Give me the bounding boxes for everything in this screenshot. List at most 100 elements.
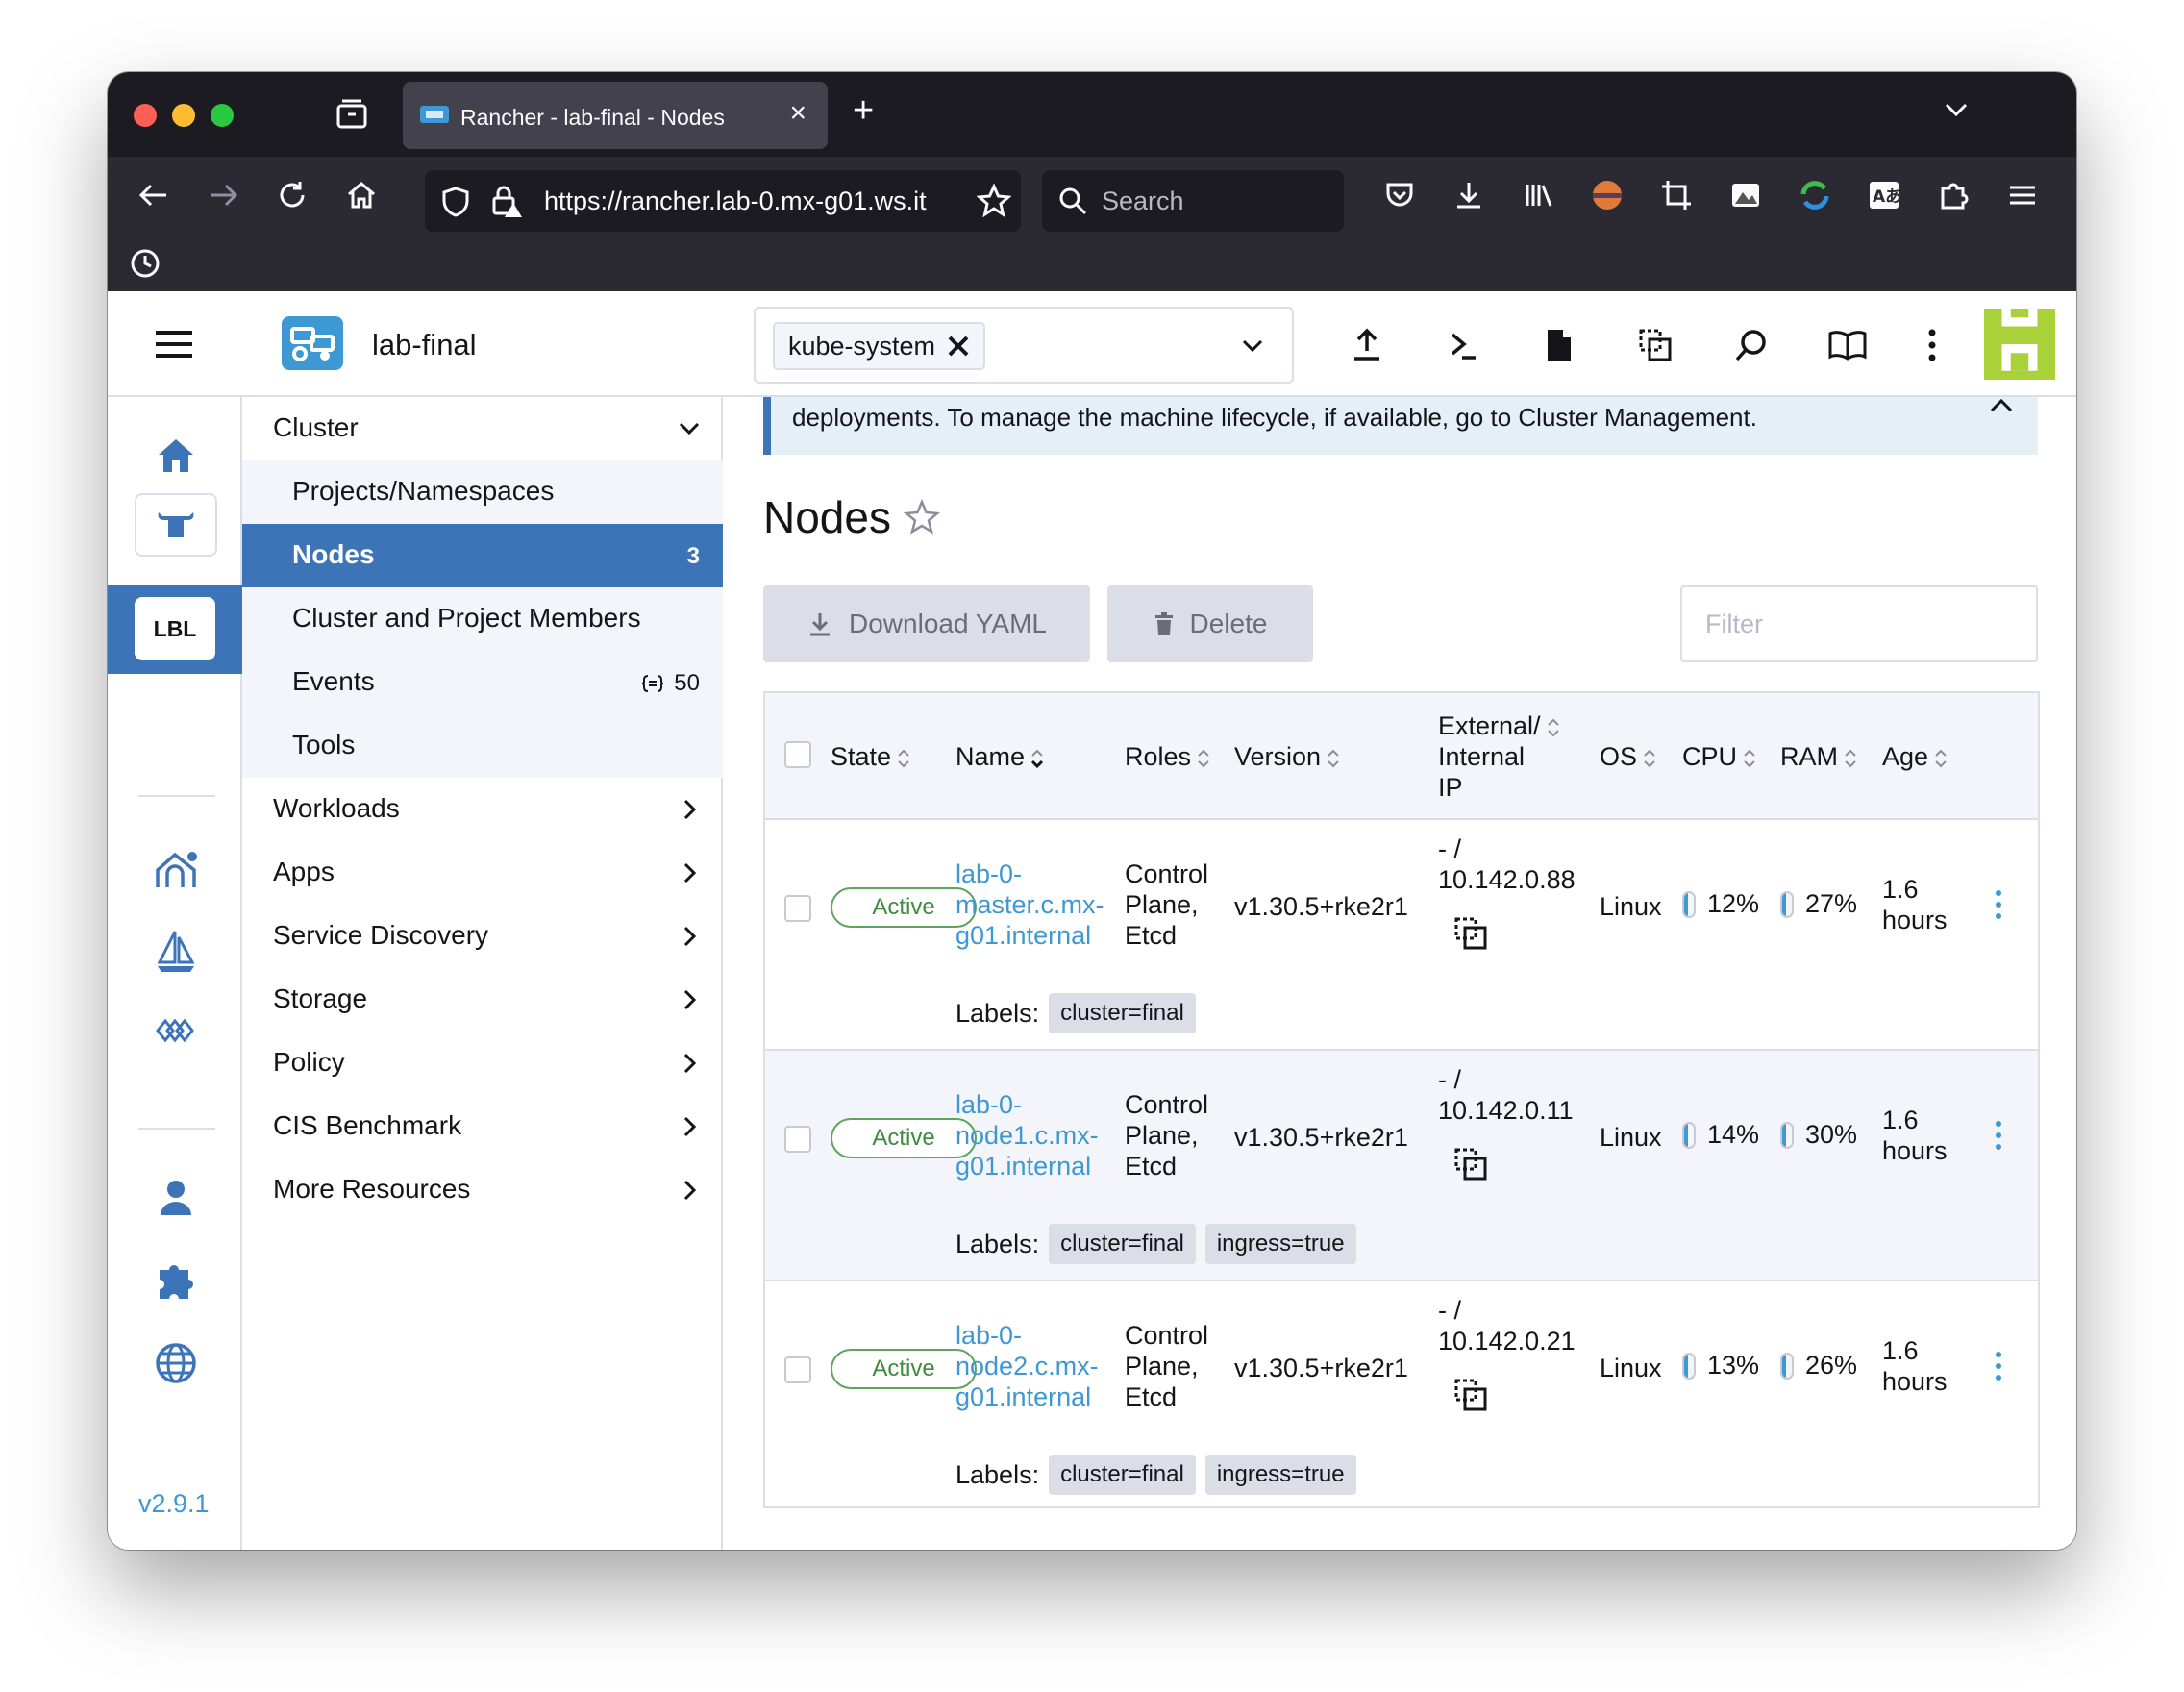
nav-item-nodes[interactable]: Nodes 3 (242, 524, 723, 587)
nav-group-policy[interactable]: Policy (242, 1032, 723, 1095)
column-header-ip[interactable]: External/ Internal IP (1438, 710, 1562, 803)
forward-arrow-icon[interactable] (204, 176, 242, 214)
web-search-bar[interactable]: Search (1042, 170, 1344, 232)
download-yaml-button[interactable]: Download YAML (763, 585, 1090, 662)
nav-item-label: Tools (292, 730, 356, 759)
column-header-os[interactable]: OS (1600, 741, 1658, 772)
extension-image-icon[interactable] (1726, 176, 1765, 214)
row-checkbox[interactable] (784, 1126, 811, 1153)
delete-button[interactable]: Delete (1107, 585, 1313, 662)
nav-group-more-resources[interactable]: More Resources (242, 1158, 723, 1222)
column-header-age[interactable]: Age (1882, 741, 1949, 772)
zoom-window-button[interactable] (211, 104, 234, 127)
lock-warning-icon[interactable] (488, 184, 523, 223)
node-name-link[interactable]: lab-0- node2.c.mx- g01.internal (956, 1320, 1099, 1412)
app-menu-icon[interactable] (2003, 176, 2042, 214)
home-icon[interactable] (342, 176, 381, 214)
extensions-puzzle-icon[interactable] (154, 1258, 198, 1303)
node-ip: - / 10.142.0.11 (1438, 1064, 1574, 1126)
column-header-version[interactable]: Version (1234, 741, 1342, 772)
apps-sailboat-icon[interactable] (154, 930, 198, 974)
nav-item-tools[interactable]: Tools (242, 714, 723, 778)
translate-icon[interactable]: Aあ (1865, 176, 1903, 214)
column-header-state[interactable]: State (831, 741, 912, 772)
nav-group-service-discovery[interactable]: Service Discovery (242, 905, 723, 968)
screenshot-crop-icon[interactable] (1657, 176, 1696, 214)
list-tabs-chevron-icon[interactable] (1942, 95, 1971, 129)
nav-item-cluster-project-members[interactable]: Cluster and Project Members (242, 587, 723, 651)
select-all-checkbox[interactable] (784, 741, 811, 768)
tracking-shield-icon[interactable] (440, 186, 471, 223)
nav-group-apps[interactable]: Apps (242, 841, 723, 905)
copy-ip-icon[interactable] (1453, 916, 1488, 951)
row-actions-icon[interactable] (1994, 1118, 2003, 1153)
minimize-window-button[interactable] (172, 104, 195, 127)
column-header-cpu[interactable]: CPU (1682, 741, 1758, 772)
column-header-ram[interactable]: RAM (1780, 741, 1859, 772)
copy-ip-icon[interactable] (1453, 1147, 1488, 1182)
chevron-up-icon[interactable] (1988, 397, 2015, 425)
nav-item-projects-namespaces[interactable]: Projects/Namespaces (242, 460, 723, 524)
reload-icon[interactable] (273, 176, 311, 214)
nav-group-label: CIS Benchmark (273, 1110, 462, 1140)
column-header-name[interactable]: Name (956, 741, 1046, 772)
nav-group-cluster[interactable]: Cluster (242, 397, 723, 460)
node-name-link[interactable]: lab-0- master.c.mx- g01.internal (956, 858, 1104, 951)
back-arrow-icon[interactable] (135, 176, 173, 214)
tab-overview-icon[interactable] (335, 97, 369, 137)
hamburger-menu-icon[interactable] (154, 328, 194, 365)
continuous-delivery-icon[interactable] (154, 847, 198, 891)
cluster-manager-button[interactable] (135, 493, 217, 557)
import-yaml-upload-icon[interactable] (1348, 326, 1386, 364)
row-checkbox[interactable] (784, 895, 811, 922)
copy-kubeconfig-icon[interactable] (1636, 326, 1675, 364)
virtualization-icon[interactable] (154, 1008, 198, 1053)
sort-icon (1935, 749, 1947, 768)
column-header-roles[interactable]: Roles (1125, 741, 1212, 772)
home-icon[interactable] (154, 434, 198, 478)
globe-icon[interactable] (154, 1341, 198, 1385)
favorite-star-icon[interactable] (903, 498, 941, 540)
nav-group-cis-benchmark[interactable]: CIS Benchmark (242, 1095, 723, 1158)
nav-group-workloads[interactable]: Workloads (242, 778, 723, 841)
cpu-value: 14% (1707, 1120, 1760, 1149)
pocket-icon[interactable] (1380, 176, 1419, 214)
rail-item-lbl[interactable]: LBL (108, 585, 242, 674)
downloads-icon[interactable] (1450, 176, 1488, 214)
sync-extension-icon[interactable] (1796, 176, 1834, 214)
nav-group-storage[interactable]: Storage (242, 968, 723, 1032)
kubeconfig-file-icon[interactable] (1540, 326, 1578, 364)
tab-rancher-nodes[interactable]: Rancher - lab-final - Nodes × (403, 82, 828, 149)
remove-namespace-icon[interactable] (947, 335, 970, 358)
url-text: https://rancher.lab-0.mx-g01.ws.it (544, 187, 927, 215)
new-tab-button[interactable]: + (853, 91, 874, 130)
copy-ip-icon[interactable] (1453, 1378, 1488, 1412)
column-label: OS (1600, 742, 1638, 771)
row-actions-icon[interactable] (1994, 1349, 2003, 1383)
close-tab-icon[interactable]: × (789, 99, 807, 128)
account-avatar-icon[interactable] (1588, 176, 1626, 214)
url-bar[interactable]: https://rancher.lab-0.mx-g01.ws.it (425, 170, 1021, 232)
filter-input[interactable] (1680, 585, 2038, 662)
kubectl-shell-icon[interactable] (1444, 326, 1482, 364)
library-icon[interactable] (1519, 176, 1557, 214)
resource-search-icon[interactable] (1732, 326, 1771, 364)
bookmark-star-icon[interactable] (976, 183, 1012, 223)
namespace-filter-select[interactable]: kube-system (754, 307, 1294, 384)
chevron-down-icon[interactable] (1240, 334, 1265, 363)
more-options-vertical-icon[interactable] (1913, 326, 1951, 364)
rancher-version[interactable]: v2.9.1 (138, 1489, 210, 1519)
user-avatar[interactable] (1984, 309, 2055, 380)
extensions-puzzle-icon[interactable] (1934, 176, 1973, 214)
ram-usage: 30% (1780, 1120, 1857, 1150)
row-actions-icon[interactable] (1994, 887, 2003, 922)
node-os: Linux (1600, 1354, 1662, 1382)
close-window-button[interactable] (134, 104, 157, 127)
chevron-down-icon (679, 422, 700, 435)
docs-book-icon[interactable] (1828, 326, 1867, 364)
row-checkbox[interactable] (784, 1356, 811, 1383)
nav-item-events[interactable]: Events 50 (242, 651, 723, 714)
node-name-link[interactable]: lab-0- node1.c.mx- g01.internal (956, 1089, 1099, 1182)
users-person-icon[interactable] (154, 1176, 198, 1220)
history-clock-icon[interactable] (129, 247, 161, 285)
